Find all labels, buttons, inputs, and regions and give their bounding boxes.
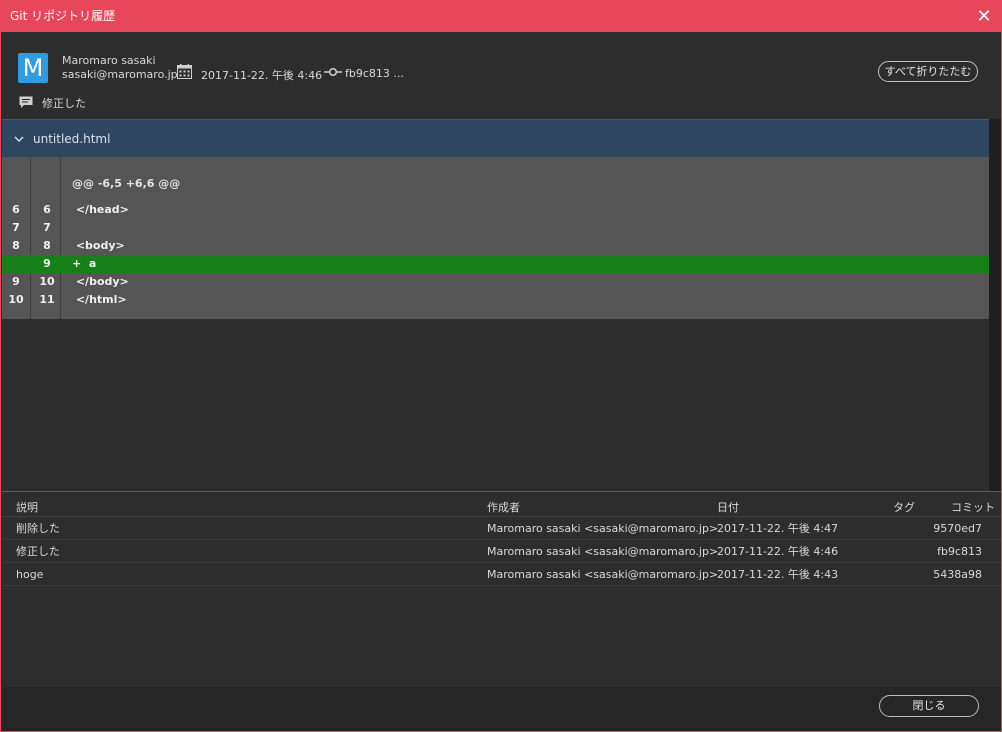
- new-line-number: 9: [43, 257, 51, 270]
- code-text: </body>: [72, 275, 129, 288]
- row-description: 削除した: [16, 522, 60, 535]
- row-author: Maromaro sasaki <sasaki@maromaro.jp>: [487, 545, 719, 558]
- close-icon[interactable]: ✕: [967, 1, 1001, 32]
- row-commit-hash: 5438a98: [933, 568, 982, 581]
- diff-scrollbar[interactable]: [989, 119, 1001, 491]
- new-line-number: 10: [39, 275, 55, 288]
- new-line-number: 8: [43, 239, 51, 252]
- author-email: sasaki@maromaro.jp: [62, 68, 178, 81]
- row-commit-hash: fb9c813: [937, 545, 982, 558]
- calendar-icon: [177, 64, 192, 79]
- old-line-number: 6: [12, 203, 20, 216]
- diff-line: 8 8 <body>: [2, 237, 989, 255]
- row-commit-hash: 9570ed7: [933, 522, 982, 535]
- author-name: Maromaro sasaki: [62, 54, 156, 67]
- history-row[interactable]: 削除した Maromaro sasaki <sasaki@maromaro.jp>…: [2, 517, 1001, 540]
- column-header-author[interactable]: 作成者: [487, 499, 520, 515]
- old-line-number: 8: [12, 239, 20, 252]
- git-history-window: Git リポジトリ履歴 ✕ M Maromaro sasaki sasaki@m…: [0, 0, 1002, 732]
- row-description: hoge: [16, 568, 44, 581]
- dialog-footer: 閉じる: [2, 687, 1001, 731]
- row-description: 修正した: [16, 545, 60, 558]
- file-header[interactable]: untitled.html: [2, 119, 989, 157]
- diff-line: 77: [2, 219, 989, 237]
- commit-hash[interactable]: fb9c813 ...: [345, 67, 404, 80]
- new-line-number: 7: [43, 221, 51, 234]
- column-header-commit[interactable]: コミット: [951, 499, 995, 515]
- window-title: Git リポジトリ履歴: [10, 9, 116, 23]
- row-date: 2017-11-22. 午後 4:43: [717, 568, 839, 581]
- title-bar: Git リポジトリ履歴 ✕: [1, 1, 1001, 32]
- commit-header: M Maromaro sasaki sasaki@maromaro.jp 201…: [1, 32, 1001, 119]
- file-name: untitled.html: [33, 132, 111, 146]
- history-row[interactable]: hoge Maromaro sasaki <sasaki@maromaro.jp>…: [2, 563, 1001, 586]
- row-date: 2017-11-22. 午後 4:46: [717, 545, 839, 558]
- diff-line: 9 10 </body>: [2, 273, 989, 291]
- code-text: </head>: [72, 203, 129, 216]
- avatar: M: [18, 53, 48, 83]
- row-author: Maromaro sasaki <sasaki@maromaro.jp>: [487, 568, 719, 581]
- column-header-tag[interactable]: タグ: [893, 499, 915, 515]
- diff-line: 10 11 </html>: [2, 291, 989, 309]
- old-line-number: 7: [12, 221, 20, 234]
- new-line-number: 6: [43, 203, 51, 216]
- column-header-date[interactable]: 日付: [717, 499, 739, 515]
- commit-icon: [324, 67, 342, 77]
- commit-date: 2017-11-22. 午後 4:46: [201, 69, 323, 82]
- row-date: 2017-11-22. 午後 4:47: [717, 522, 839, 535]
- old-line-number: 9: [12, 275, 20, 288]
- chevron-down-icon[interactable]: [14, 134, 24, 144]
- row-author: Maromaro sasaki <sasaki@maromaro.jp>: [487, 522, 719, 535]
- diff-body: @@ -6,5 +6,6 @@ 66 </head> 7 7 8 8 <body> 9 + …: [2, 157, 989, 319]
- code-text: </html>: [72, 293, 127, 306]
- old-line-number: 10: [8, 293, 24, 306]
- code-text: + a: [72, 257, 97, 270]
- new-line-number: 11: [39, 293, 55, 306]
- history-table: 説明 作成者 日付 タグ コミット 削除した Maromaro sasaki <s…: [2, 491, 1001, 687]
- close-button[interactable]: 閉じる: [879, 695, 979, 717]
- column-header-description[interactable]: 説明: [16, 499, 38, 515]
- diff-line: 6 6 </head>: [2, 201, 989, 219]
- commit-message: 修正した: [42, 97, 86, 110]
- diff-line-added: 9 + a: [2, 255, 989, 273]
- diff-area: untitled.html @@ -6,5 +6,6 @@ 6 6 </head>…: [1, 119, 990, 491]
- history-row[interactable]: 修正した Maromaro sasaki <sasaki@maromaro.jp>…: [2, 540, 1001, 563]
- hunk-header: @@ -6,5 +6,6 @@: [72, 177, 181, 190]
- comment-icon: [19, 96, 33, 108]
- collapse-all-button[interactable]: すべて折りたたむ: [878, 61, 978, 82]
- code-text: <body>: [72, 239, 125, 252]
